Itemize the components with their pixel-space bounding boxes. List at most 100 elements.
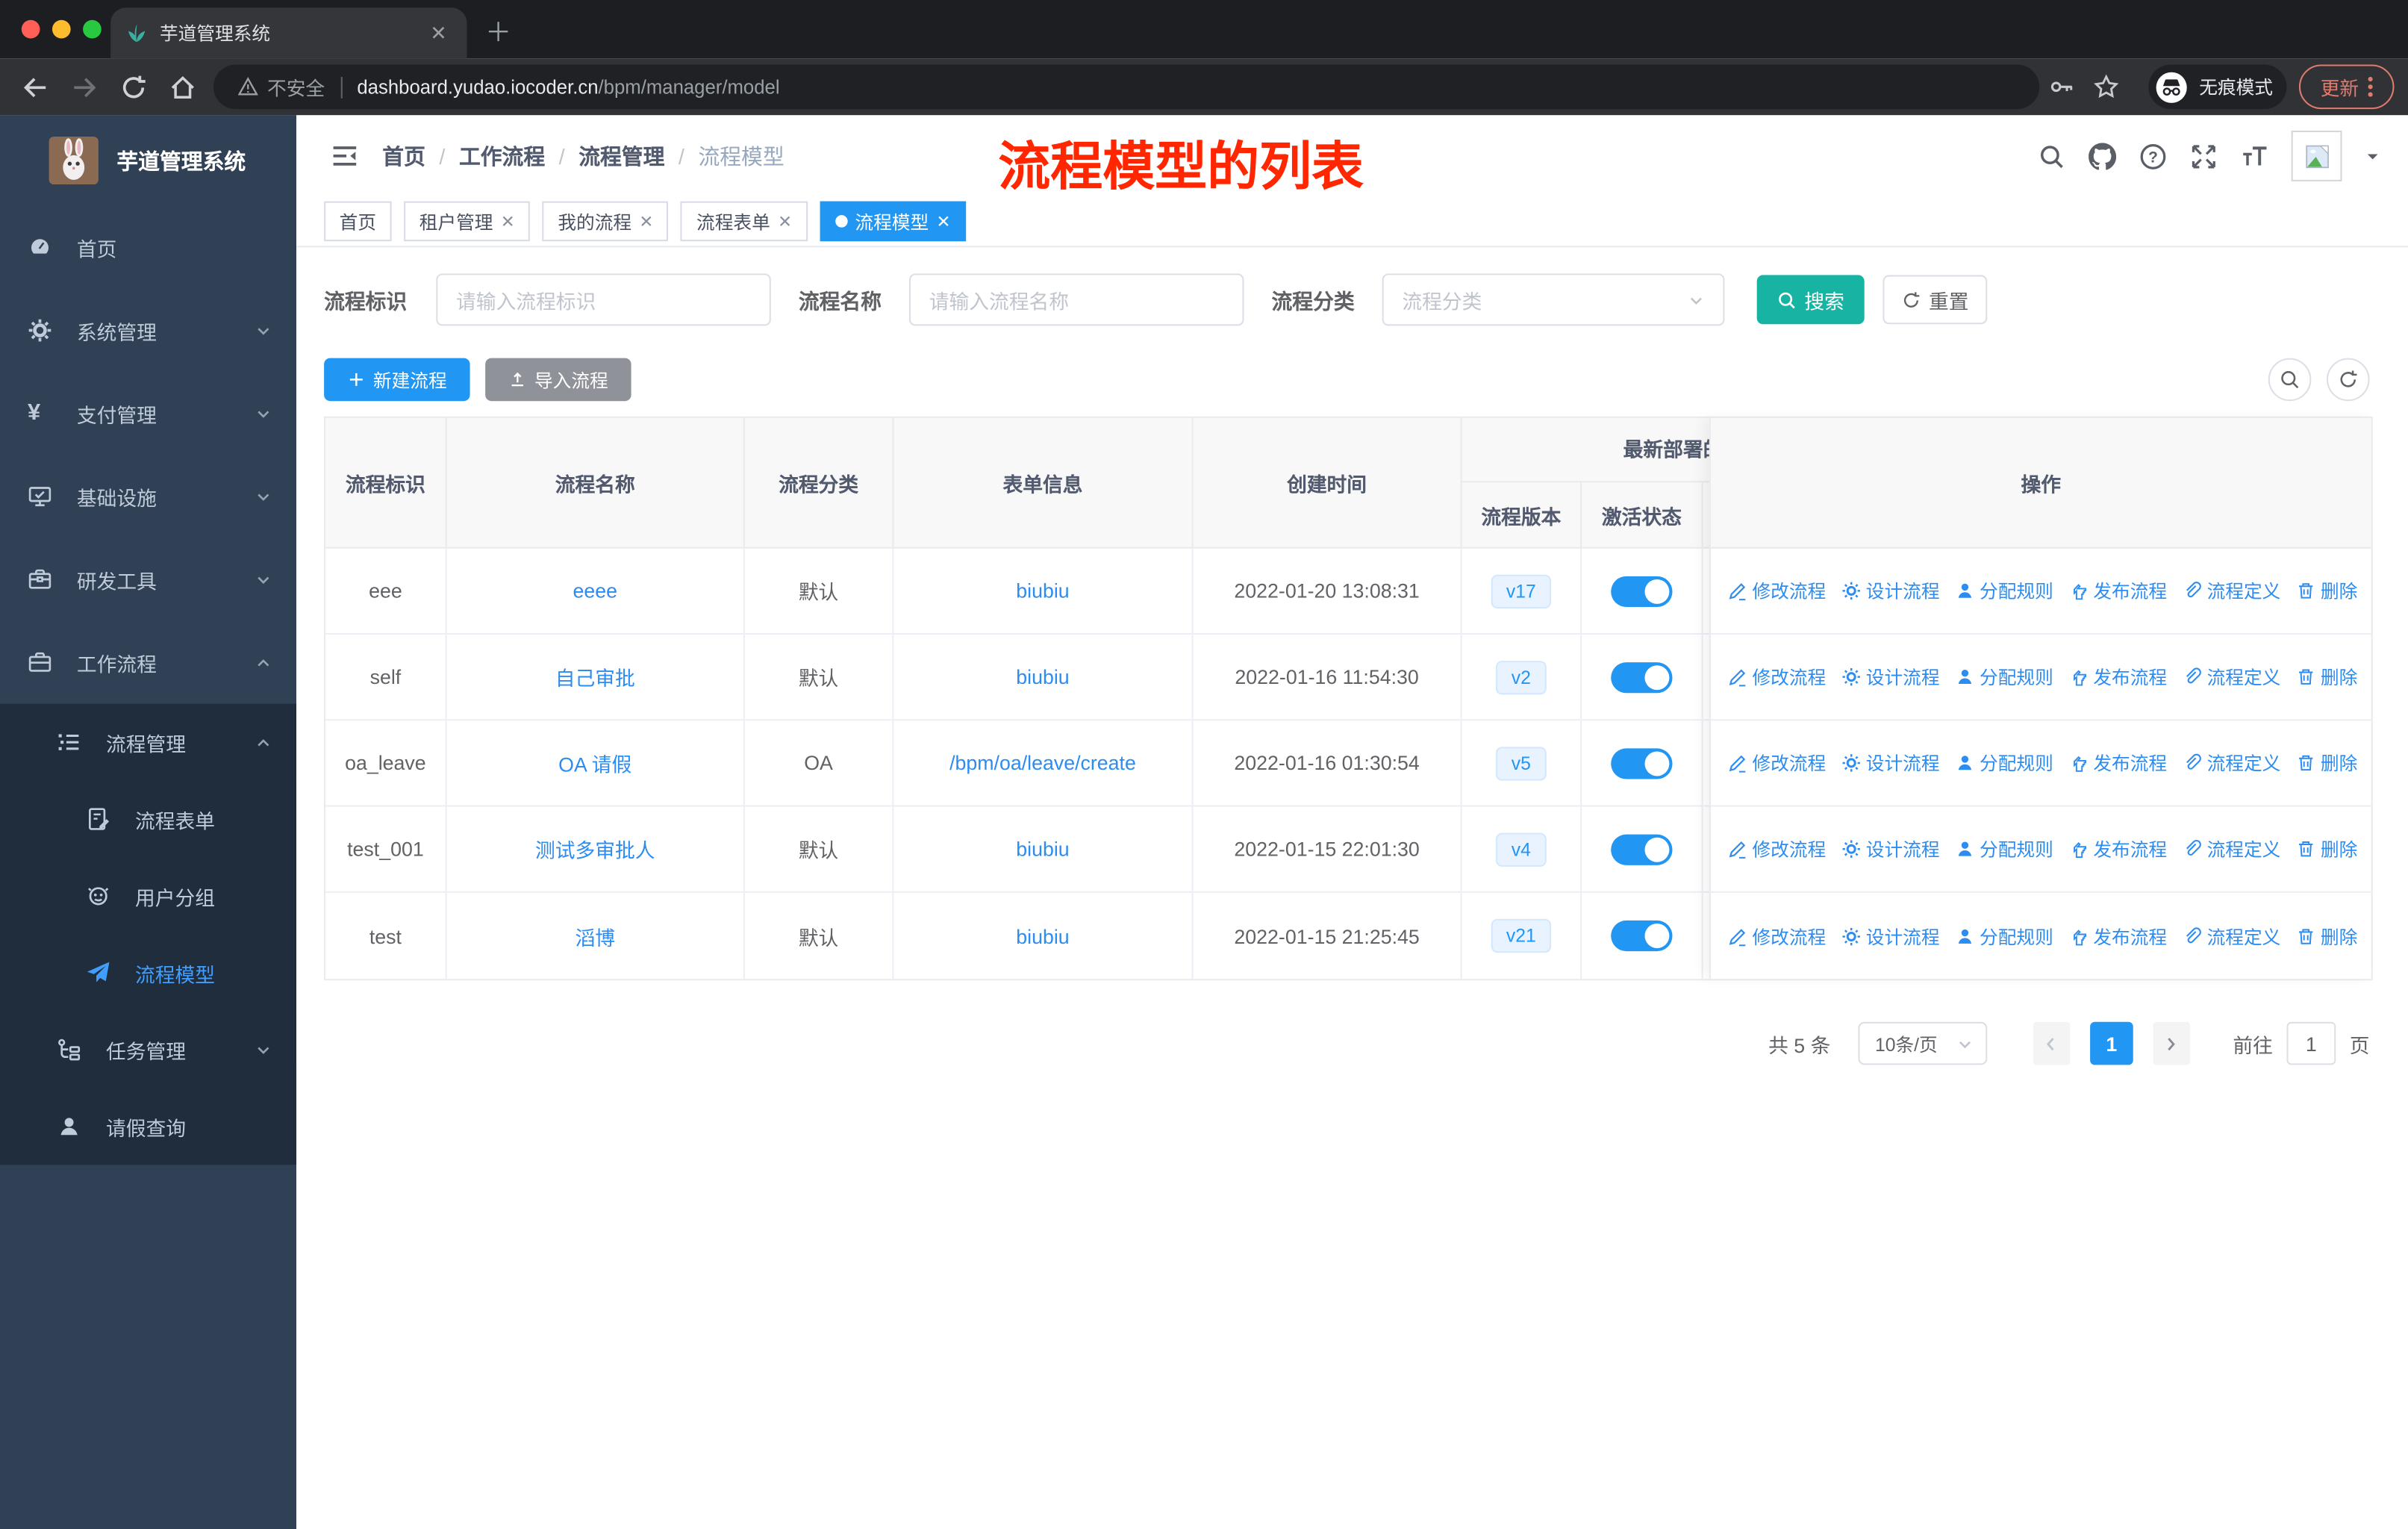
browser-menu-update-button[interactable]: 更新 (2298, 64, 2395, 110)
process-name-input[interactable]: 请输入流程名称 (908, 273, 1244, 326)
operation-删除[interactable]: 删除 (2296, 923, 2357, 949)
sidebar-item-首页[interactable]: 首页 (0, 206, 296, 289)
back-icon[interactable] (22, 73, 49, 101)
active-status-toggle[interactable] (1611, 747, 1673, 779)
breadcrumb-item[interactable]: 首页 (382, 140, 425, 171)
operation-修改流程[interactable]: 修改流程 (1728, 750, 1826, 776)
active-status-toggle[interactable] (1611, 575, 1673, 606)
operation-删除[interactable]: 删除 (2296, 664, 2357, 690)
minimize-window-button[interactable] (52, 19, 71, 39)
github-icon[interactable] (2089, 142, 2117, 169)
process-name-link[interactable]: eeee (573, 579, 617, 602)
sidebar-item-用户分组[interactable]: 用户分组 (0, 857, 297, 935)
tag-我的流程[interactable]: 我的流程 ✕ (542, 201, 669, 242)
import-process-button[interactable]: 导入流程 (485, 358, 631, 402)
close-icon[interactable]: ✕ (778, 211, 792, 231)
bookmark-star-icon[interactable] (2093, 74, 2119, 100)
operation-流程定义[interactable]: 流程定义 (2183, 750, 2280, 776)
help-icon[interactable]: ? (2139, 142, 2167, 169)
sidebar-item-流程表单[interactable]: 流程表单 (0, 780, 297, 858)
operation-分配规则[interactable]: 分配规则 (1955, 836, 2053, 862)
breadcrumb-item[interactable]: 工作流程 (459, 140, 545, 171)
operation-发布流程[interactable]: 发布流程 (2068, 836, 2167, 862)
tab-close-icon[interactable]: ✕ (425, 21, 452, 46)
form-info-link[interactable]: /bpm/oa/leave/create (949, 752, 1136, 775)
process-name-link[interactable]: OA 请假 (558, 748, 631, 777)
show-search-icon[interactable] (2268, 358, 2312, 402)
operation-修改流程[interactable]: 修改流程 (1728, 578, 1826, 604)
tag-流程模型[interactable]: 流程模型 ✕ (820, 201, 967, 242)
operation-删除[interactable]: 删除 (2296, 578, 2357, 604)
search-icon[interactable] (2038, 142, 2065, 169)
form-info-link[interactable]: biubiu (1016, 838, 1069, 861)
current-page-button[interactable]: 1 (2090, 1021, 2133, 1065)
process-id-input[interactable]: 请输入流程标识 (436, 273, 771, 326)
fullscreen-icon[interactable] (2190, 142, 2218, 169)
sidebar-item-支付管理[interactable]: ¥ 支付管理 (0, 372, 296, 455)
close-icon[interactable]: ✕ (501, 211, 515, 231)
operation-流程定义[interactable]: 流程定义 (2183, 836, 2280, 862)
tag-租户管理[interactable]: 租户管理 ✕ (404, 201, 531, 242)
create-process-button[interactable]: 新建流程 (324, 358, 470, 402)
sidebar-item-基础设施[interactable]: 基础设施 (0, 455, 296, 538)
process-name-link[interactable]: 测试多审批人 (535, 835, 655, 864)
operation-修改流程[interactable]: 修改流程 (1728, 664, 1826, 690)
sidebar-item-流程模型[interactable]: 流程模型 (0, 934, 297, 1012)
form-info-link[interactable]: biubiu (1016, 924, 1069, 947)
close-icon[interactable]: ✕ (639, 211, 653, 231)
font-size-icon[interactable] (2241, 142, 2268, 169)
operation-分配规则[interactable]: 分配规则 (1955, 923, 2053, 949)
sidebar-item-研发工具[interactable]: 研发工具 (0, 538, 296, 620)
operation-设计流程[interactable]: 设计流程 (1841, 578, 1940, 604)
operation-流程定义[interactable]: 流程定义 (2183, 923, 2280, 949)
operation-删除[interactable]: 删除 (2296, 836, 2357, 862)
close-icon[interactable]: ✕ (936, 211, 950, 231)
operation-修改流程[interactable]: 修改流程 (1728, 923, 1826, 949)
operation-设计流程[interactable]: 设计流程 (1841, 664, 1940, 690)
process-name-link[interactable]: 自己审批 (555, 662, 635, 691)
search-button[interactable]: 搜索 (1756, 275, 1865, 325)
new-tab-button[interactable]: ＋ (485, 10, 511, 49)
sidebar-item-流程管理[interactable]: 流程管理 (0, 703, 297, 781)
form-info-link[interactable]: biubiu (1016, 665, 1069, 688)
operation-设计流程[interactable]: 设计流程 (1841, 923, 1940, 949)
avatar[interactable] (2291, 130, 2342, 181)
app-logo-row[interactable]: 芋道管理系统 (0, 115, 296, 205)
next-page-button[interactable] (2153, 1021, 2190, 1065)
active-status-toggle[interactable] (1611, 920, 1673, 952)
breadcrumb-item[interactable]: 流程管理 (578, 140, 664, 171)
operation-流程定义[interactable]: 流程定义 (2183, 664, 2280, 690)
page-size-select[interactable]: 10条/页 (1858, 1021, 1988, 1065)
tag-流程表单[interactable]: 流程表单 ✕ (681, 201, 808, 242)
operation-分配规则[interactable]: 分配规则 (1955, 578, 2053, 604)
operation-分配规则[interactable]: 分配规则 (1955, 664, 2053, 690)
reset-button[interactable]: 重置 (1883, 275, 1988, 325)
operation-发布流程[interactable]: 发布流程 (2068, 750, 2167, 776)
process-name-link[interactable]: 滔博 (575, 921, 615, 950)
close-window-button[interactable] (21, 19, 40, 39)
sidebar-item-任务管理[interactable]: 任务管理 (0, 1011, 297, 1089)
security-chip[interactable]: 不安全 (237, 72, 325, 102)
forward-icon[interactable] (71, 73, 99, 101)
active-status-toggle[interactable] (1611, 833, 1673, 865)
home-icon[interactable] (169, 73, 196, 101)
reload-icon[interactable] (119, 73, 147, 101)
address-bar[interactable]: 不安全 dashboard.yudao.iocoder.cn/bpm/manag… (213, 64, 2040, 110)
prev-page-button[interactable] (2033, 1021, 2071, 1065)
sidebar-item-请假查询[interactable]: 请假查询 (0, 1088, 297, 1165)
operation-设计流程[interactable]: 设计流程 (1841, 836, 1940, 862)
zoom-window-button[interactable] (83, 19, 102, 39)
browser-tab[interactable]: 芋道管理系统 ✕ (110, 7, 467, 59)
operation-发布流程[interactable]: 发布流程 (2068, 923, 2167, 949)
collapse-sidebar-icon[interactable] (331, 143, 358, 169)
operation-修改流程[interactable]: 修改流程 (1728, 836, 1826, 862)
breadcrumb-item[interactable]: 流程模型 (698, 140, 784, 171)
goto-page-input[interactable]: 1 (2286, 1021, 2336, 1065)
password-key-icon[interactable] (2049, 74, 2075, 100)
tag-首页[interactable]: 首页 (324, 201, 392, 242)
operation-流程定义[interactable]: 流程定义 (2183, 578, 2280, 604)
active-status-toggle[interactable] (1611, 661, 1673, 693)
chevron-down-icon[interactable] (2365, 149, 2380, 164)
sidebar-item-系统管理[interactable]: 系统管理 (0, 289, 296, 372)
process-category-select[interactable]: 流程分类 (1382, 273, 1725, 326)
